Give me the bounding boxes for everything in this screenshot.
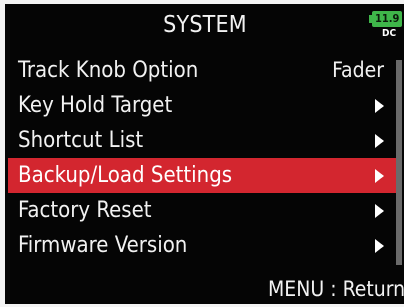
menu-item-label: Factory Reset [18,198,152,223]
menu-item-label: Backup/Load Settings [18,163,233,188]
menu-item-key-hold-target[interactable]: Key Hold Target [8,88,396,123]
menu-item-track-knob-option[interactable]: Track Knob Option Fader [8,53,396,88]
menu-item-label: Key Hold Target [18,93,173,118]
chevron-right-icon [375,134,384,148]
device-screen: SYSTEM 11.9 DC Track Knob Option Fader K… [0,0,404,307]
chevron-right-icon [375,99,384,113]
frame-edge-left [0,0,5,307]
chevron-right-icon [375,239,384,253]
page-title: SYSTEM [163,12,247,38]
menu-item-label: Firmware Version [18,233,188,258]
scrollbar-thumb[interactable] [396,60,402,265]
menu-list: Track Knob Option Fader Key Hold Target … [8,53,396,263]
chevron-right-icon [375,204,384,218]
menu-item-firmware-version[interactable]: Firmware Version [8,228,396,263]
menu-item-value: Fader [332,58,384,82]
menu-item-backup-load-settings[interactable]: Backup/Load Settings [8,158,396,193]
menu-item-shortcut-list[interactable]: Shortcut List [8,123,396,158]
menu-item-label: Shortcut List [18,128,144,153]
frame-edge-top [0,0,404,4]
power-source-label: DC [382,28,397,39]
footer-hint: MENU : Return [268,277,404,301]
menu-item-label: Track Knob Option [18,58,199,83]
menu-item-factory-reset[interactable]: Factory Reset [8,193,396,228]
battery-icon: 11.9 [372,11,402,27]
chevron-right-icon [375,169,384,183]
